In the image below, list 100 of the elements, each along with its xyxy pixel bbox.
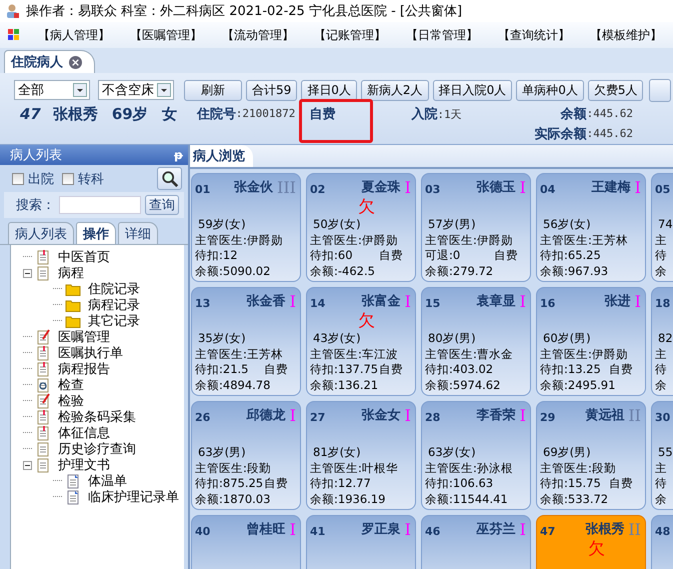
patient-age: 57岁(男) bbox=[427, 217, 477, 232]
toolbar-button[interactable]: 新病人2人 bbox=[360, 80, 429, 100]
balance-text: 余额:1936.19 bbox=[310, 492, 386, 507]
panel-title: 病人列表 bbox=[10, 147, 62, 164]
dropdown[interactable]: 不含空床 bbox=[98, 80, 174, 100]
panel-tab[interactable]: 详细 bbox=[118, 222, 158, 244]
bed-card[interactable]: 05 74 主 待 余 bbox=[651, 173, 673, 282]
bed-card[interactable]: 14 张富金 I 欠 43岁(女) 主管医生:车江波 待扣:137.75 自费 余额:136.21 bbox=[306, 287, 416, 396]
bed-card[interactable]: 40 曾桂旺 I bbox=[191, 515, 301, 569]
tree-item[interactable]: 体征信息 bbox=[58, 424, 110, 442]
tree-item[interactable]: 医嘱管理 bbox=[58, 328, 110, 346]
patient-age: 63岁(女) bbox=[427, 445, 477, 460]
bed-card[interactable]: 41 罗正泉 I bbox=[306, 515, 416, 569]
menu-item[interactable]: 【医嘱管理】 bbox=[130, 26, 202, 44]
bed-card[interactable]: 29 黄远祖 II 69岁(男) 主管医生:段勤 待扣:15.75 自费 余额:533.72 bbox=[536, 401, 646, 510]
pending-text: 待扣:403.02 bbox=[425, 362, 494, 378]
bed-card[interactable]: 47 张根秀 II 欠 bbox=[536, 515, 646, 569]
bed-number: 16 bbox=[540, 296, 556, 310]
tree-item[interactable]: 检验 bbox=[58, 392, 84, 410]
bed-card[interactable]: 02 夏金珠 I 欠 50岁(女) 主管医生:伊爵勋 待扣:60 自费 余额:-462.5 bbox=[306, 173, 416, 282]
checkbox[interactable] bbox=[62, 172, 74, 184]
view-tab[interactable]: 病人浏览 bbox=[190, 145, 253, 167]
tree-item[interactable]: 检验条码采集 bbox=[58, 408, 136, 426]
query-button[interactable]: 查询 bbox=[145, 195, 179, 215]
tree-item[interactable]: 病程 bbox=[58, 264, 84, 282]
checkbox-label[interactable]: 出院 bbox=[28, 170, 54, 188]
bed-card[interactable]: 03 张德玉 I 57岁(男) 主管医生:伊爵勋 可退:0 自费 余额:279.72 bbox=[421, 173, 531, 282]
tree-item[interactable]: 历史诊疗查询 bbox=[58, 440, 136, 458]
panel-tab[interactable]: 操作 bbox=[76, 222, 116, 244]
menu-item[interactable]: 【记账管理】 bbox=[314, 26, 386, 44]
toolbar-button[interactable]: 单病种0人 bbox=[516, 80, 584, 100]
menu-item[interactable]: 【日常管理】 bbox=[406, 26, 478, 44]
bed-card[interactable]: 48 bbox=[651, 515, 673, 569]
collapse-icon[interactable] bbox=[23, 268, 32, 278]
toolbar-button[interactable]: 欠费5人 bbox=[588, 80, 644, 100]
caret-icon[interactable] bbox=[73, 83, 87, 97]
patient-name: 夏金珠 bbox=[362, 179, 401, 196]
balance-text: 余 bbox=[655, 264, 668, 279]
bed-card[interactable]: 18 82 主 待 余 bbox=[651, 287, 673, 396]
tree-item[interactable]: 其它记录 bbox=[88, 312, 140, 330]
menu-item[interactable]: 【病人管理】 bbox=[38, 26, 110, 44]
document-icon bbox=[35, 345, 51, 361]
field-label: 实际余额 bbox=[534, 126, 587, 143]
balance-text: 余额:533.72 bbox=[540, 492, 610, 507]
tree-item[interactable]: 中医首页 bbox=[58, 248, 110, 266]
document-tab[interactable]: 住院病人 × bbox=[4, 50, 95, 73]
tree-item[interactable]: 体温单 bbox=[88, 472, 127, 490]
bed-card[interactable]: 13 张金香 I 35岁(女) 主管医生:王芳林 待扣:21.5 自费 余额:4894.78 bbox=[191, 287, 301, 396]
bed-card[interactable]: 15 袁章显 I 80岁(男) 主管医生:曹水金 待扣:403.02 余额:5974.62 bbox=[421, 287, 531, 396]
checkbox[interactable] bbox=[12, 172, 24, 184]
days-value: :1天 bbox=[437, 108, 462, 122]
tree-item[interactable]: 医嘱执行单 bbox=[58, 344, 123, 362]
toolbar-button[interactable]: 择日0人 bbox=[301, 80, 357, 100]
tree-item[interactable]: 病程报告 bbox=[58, 360, 110, 378]
bed-card[interactable]: 46 巫芬兰 I bbox=[421, 515, 531, 569]
document-icon bbox=[35, 457, 51, 473]
bed-card[interactable]: 30 55 主 待 余 bbox=[651, 401, 673, 510]
close-icon[interactable]: × bbox=[69, 56, 82, 68]
bed-card[interactable]: 26 邱德龙 I 63岁(男) 主管医生:段勤 待扣:875.25 自费 余额:1870.03 bbox=[191, 401, 301, 510]
bed-card[interactable]: 04 王建梅 I 56岁(女) 主管医生:王芳林 待扣:65.25 余额:967.93 bbox=[536, 173, 646, 282]
search-button[interactable] bbox=[157, 167, 182, 190]
balance-value: :445.62 bbox=[586, 127, 633, 142]
collapse-icon[interactable] bbox=[23, 460, 32, 470]
bed-card[interactable]: 27 张金女 I 81岁(女) 主管医生:叶根华 待扣:12.77 余额:1936.19 bbox=[306, 401, 416, 510]
care-level: I bbox=[404, 406, 411, 424]
bed-number: 46 bbox=[425, 524, 440, 538]
patient-age: 82 bbox=[657, 331, 671, 346]
pending-text: 待扣:12.77 bbox=[310, 476, 371, 492]
care-level: I bbox=[634, 178, 641, 196]
bed-card[interactable]: 01 张金伙 III 59岁(女) 主管医生:伊爵勋 待扣:12 余额:5090.02 bbox=[191, 173, 301, 282]
tree-item[interactable]: 护理文书 bbox=[58, 456, 110, 474]
bed-number: 40 bbox=[195, 524, 210, 538]
panel-tab[interactable]: 病人列表 bbox=[8, 222, 74, 244]
tree-item[interactable]: 住院记录 bbox=[88, 280, 140, 298]
dropdown[interactable]: 全部 bbox=[14, 80, 90, 100]
patient-age: 50岁(女) bbox=[312, 217, 362, 232]
pin-icon[interactable]: ᵽ bbox=[174, 148, 183, 162]
care-level: I bbox=[634, 292, 641, 310]
bed-card[interactable]: 16 张进 I 60岁(男) 主管医生:伊爵勋 待扣:13.25 自费 余额:2495.91 bbox=[536, 287, 646, 396]
menu-item[interactable]: 【流动管理】 bbox=[222, 26, 294, 44]
patient-name: 张根秀 bbox=[585, 520, 624, 538]
balance-text: 余额:-462.5 bbox=[310, 264, 376, 279]
toolbar-button[interactable]: 择日入院0人 bbox=[432, 80, 512, 100]
tree-item[interactable]: 检查 bbox=[58, 376, 84, 394]
caret-icon[interactable] bbox=[157, 83, 171, 97]
menu-item[interactable]: 【查询统计】 bbox=[498, 26, 570, 44]
patient-age: 81岁(女) bbox=[312, 445, 362, 460]
toolbar-button[interactable]: 合计59 bbox=[246, 80, 298, 100]
tree-item[interactable]: 病程记录 bbox=[88, 296, 140, 314]
doctor-text: 主管医生:孙泳根 bbox=[425, 460, 514, 476]
windows-icon[interactable] bbox=[8, 29, 20, 41]
search-field[interactable] bbox=[59, 196, 141, 214]
bed-number: 02 bbox=[310, 182, 326, 196]
checkbox-label[interactable]: 转科 bbox=[78, 170, 104, 188]
menu-item[interactable]: 【模板维护】 bbox=[590, 26, 662, 44]
toolbar-button[interactable]: 刷新 bbox=[184, 80, 242, 100]
bed-card[interactable]: 28 李香荣 I 63岁(女) 主管医生:孙泳根 待扣:106.63 余额:11544.41 bbox=[421, 401, 531, 510]
tree-item[interactable]: 临床护理记录单 bbox=[88, 488, 179, 506]
bed-number: 04 bbox=[540, 182, 556, 196]
bed-number: 41 bbox=[310, 524, 326, 538]
